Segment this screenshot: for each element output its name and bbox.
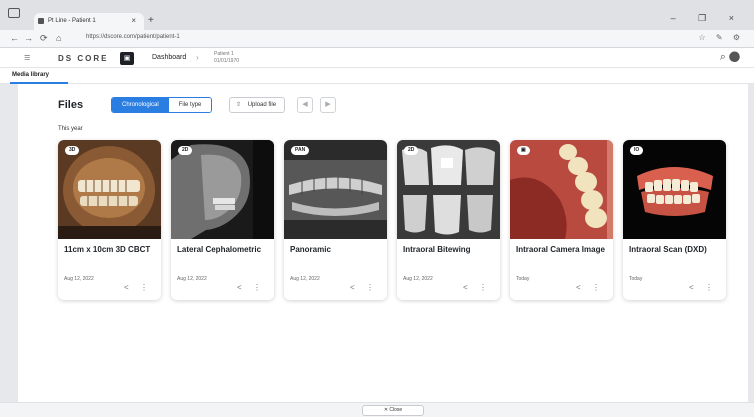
file-card[interactable]: IO Intraoral Scan (DXD) Today < ⋮ bbox=[623, 140, 726, 300]
tab-media-library[interactable]: Media library bbox=[12, 72, 49, 78]
badge-2d: 2D bbox=[178, 146, 193, 155]
file-card[interactable]: ▣ Intraoral Camera Image Today < ⋮ bbox=[510, 140, 613, 300]
sub-navigation: Media library bbox=[0, 68, 754, 84]
patient-breadcrumb[interactable]: Patient 1 01/01/1970 bbox=[214, 51, 239, 65]
url-input[interactable]: https://dscore.com/patient/patient-1 bbox=[86, 34, 180, 40]
more-options-icon[interactable]: ⋮ bbox=[366, 283, 374, 292]
card-date: Today bbox=[516, 276, 530, 282]
tab-favicon-icon bbox=[38, 18, 44, 24]
app-logo: DS CORE bbox=[58, 54, 109, 63]
file-card[interactable]: 2D Lateral Cephalometric Aug 12, 2022 < … bbox=[171, 140, 274, 300]
card-title: Intraoral Camera Image bbox=[516, 245, 605, 254]
window-controls[interactable]: – ❐ × bbox=[671, 13, 744, 24]
app-header: ≡ DS CORE ▣ Dashboard › Patient 1 01/01/… bbox=[0, 48, 754, 68]
browser-tab[interactable]: Pt Line - Patient 1 × bbox=[34, 13, 144, 30]
dashboard-link[interactable]: Dashboard bbox=[152, 54, 186, 61]
footer-bar: ✕ Close bbox=[0, 402, 754, 417]
more-options-icon[interactable]: ⋮ bbox=[705, 283, 713, 292]
address-bar: ← → ⟳ ⌂ https://dscore.com/patient/patie… bbox=[0, 30, 754, 48]
badge-io: IO bbox=[630, 146, 644, 155]
window-icon bbox=[8, 8, 20, 18]
next-icon-button[interactable]: ▶ bbox=[320, 97, 336, 113]
tab-close-icon[interactable]: × bbox=[131, 16, 136, 25]
home-icon[interactable]: ⌂ bbox=[56, 33, 61, 43]
card-date: Today bbox=[629, 276, 643, 282]
patient-dob: 01/01/1970 bbox=[214, 58, 240, 64]
card-title: Lateral Cephalometric bbox=[177, 245, 262, 254]
tab-title: Pt Line - Patient 1 bbox=[48, 18, 96, 24]
more-options-icon[interactable]: ⋮ bbox=[592, 283, 600, 292]
patient-name: Patient 1 bbox=[214, 51, 234, 57]
card-date: Aug 12, 2022 bbox=[64, 276, 94, 282]
share-icon[interactable]: < bbox=[689, 283, 694, 292]
new-tab-button[interactable]: + bbox=[148, 15, 154, 26]
view-toggle: Chronological File type bbox=[111, 97, 213, 113]
more-options-icon[interactable]: ⋮ bbox=[253, 283, 261, 292]
badge-2d: 2D bbox=[404, 146, 419, 155]
share-icon[interactable]: < bbox=[350, 283, 355, 292]
card-date: Aug 12, 2022 bbox=[290, 276, 320, 282]
back-icon[interactable]: ← bbox=[10, 33, 19, 43]
browser-tab-bar: Pt Line - Patient 1 × + – ❐ × bbox=[0, 0, 754, 30]
file-card[interactable]: PAN Panoramic Aug 12, 2022 < ⋮ bbox=[284, 140, 387, 300]
brand-icon: ▣ bbox=[120, 52, 134, 65]
camera-icon: ▣ bbox=[517, 146, 530, 155]
header-actions[interactable]: ⌕ ⬤ bbox=[720, 51, 740, 64]
previous-icon-button[interactable]: ◀ bbox=[297, 97, 313, 113]
close-button[interactable]: ✕ Close bbox=[362, 405, 424, 416]
section-label: This year bbox=[58, 126, 83, 132]
page-title: Files bbox=[58, 99, 84, 111]
share-icon[interactable]: < bbox=[463, 283, 468, 292]
upload-icon: ⇧ bbox=[236, 102, 242, 108]
file-card[interactable]: 3D 11cm x 10cm 3D CBCT Aug 12, 2022 < ⋮ bbox=[58, 140, 161, 300]
chevron-right-icon: › bbox=[196, 53, 199, 62]
browser-actions[interactable]: ☆ ✎ ⚙ bbox=[699, 33, 745, 42]
card-title: Intraoral Scan (DXD) bbox=[629, 245, 707, 254]
upload-file-button[interactable]: ⇧ Upload file bbox=[229, 97, 286, 113]
badge-pan: PAN bbox=[291, 146, 310, 155]
share-icon[interactable]: < bbox=[124, 283, 129, 292]
badge-3d: 3D bbox=[65, 146, 80, 155]
forward-icon[interactable]: → bbox=[24, 33, 33, 43]
menu-icon[interactable]: ≡ bbox=[24, 52, 30, 64]
more-options-icon[interactable]: ⋮ bbox=[140, 283, 148, 292]
share-icon[interactable]: < bbox=[237, 283, 242, 292]
card-date: Aug 12, 2022 bbox=[177, 276, 207, 282]
card-title: 11cm x 10cm 3D CBCT bbox=[64, 245, 151, 254]
card-date: Aug 12, 2022 bbox=[403, 276, 433, 282]
upload-label: Upload file bbox=[247, 102, 277, 108]
card-title: Intraoral Bitewing bbox=[403, 245, 471, 254]
chronological-button[interactable]: Chronological bbox=[112, 98, 169, 112]
file-type-button[interactable]: File type bbox=[168, 98, 212, 112]
share-icon[interactable]: < bbox=[576, 283, 581, 292]
reload-icon[interactable]: ⟳ bbox=[40, 33, 48, 44]
files-panel: Files Chronological File type ⇧ Upload f… bbox=[18, 84, 748, 402]
more-options-icon[interactable]: ⋮ bbox=[479, 283, 487, 292]
card-title: Panoramic bbox=[290, 245, 331, 254]
file-card[interactable]: 2D Intraoral Bitewing Aug 12, 2022 < ⋮ bbox=[397, 140, 500, 300]
